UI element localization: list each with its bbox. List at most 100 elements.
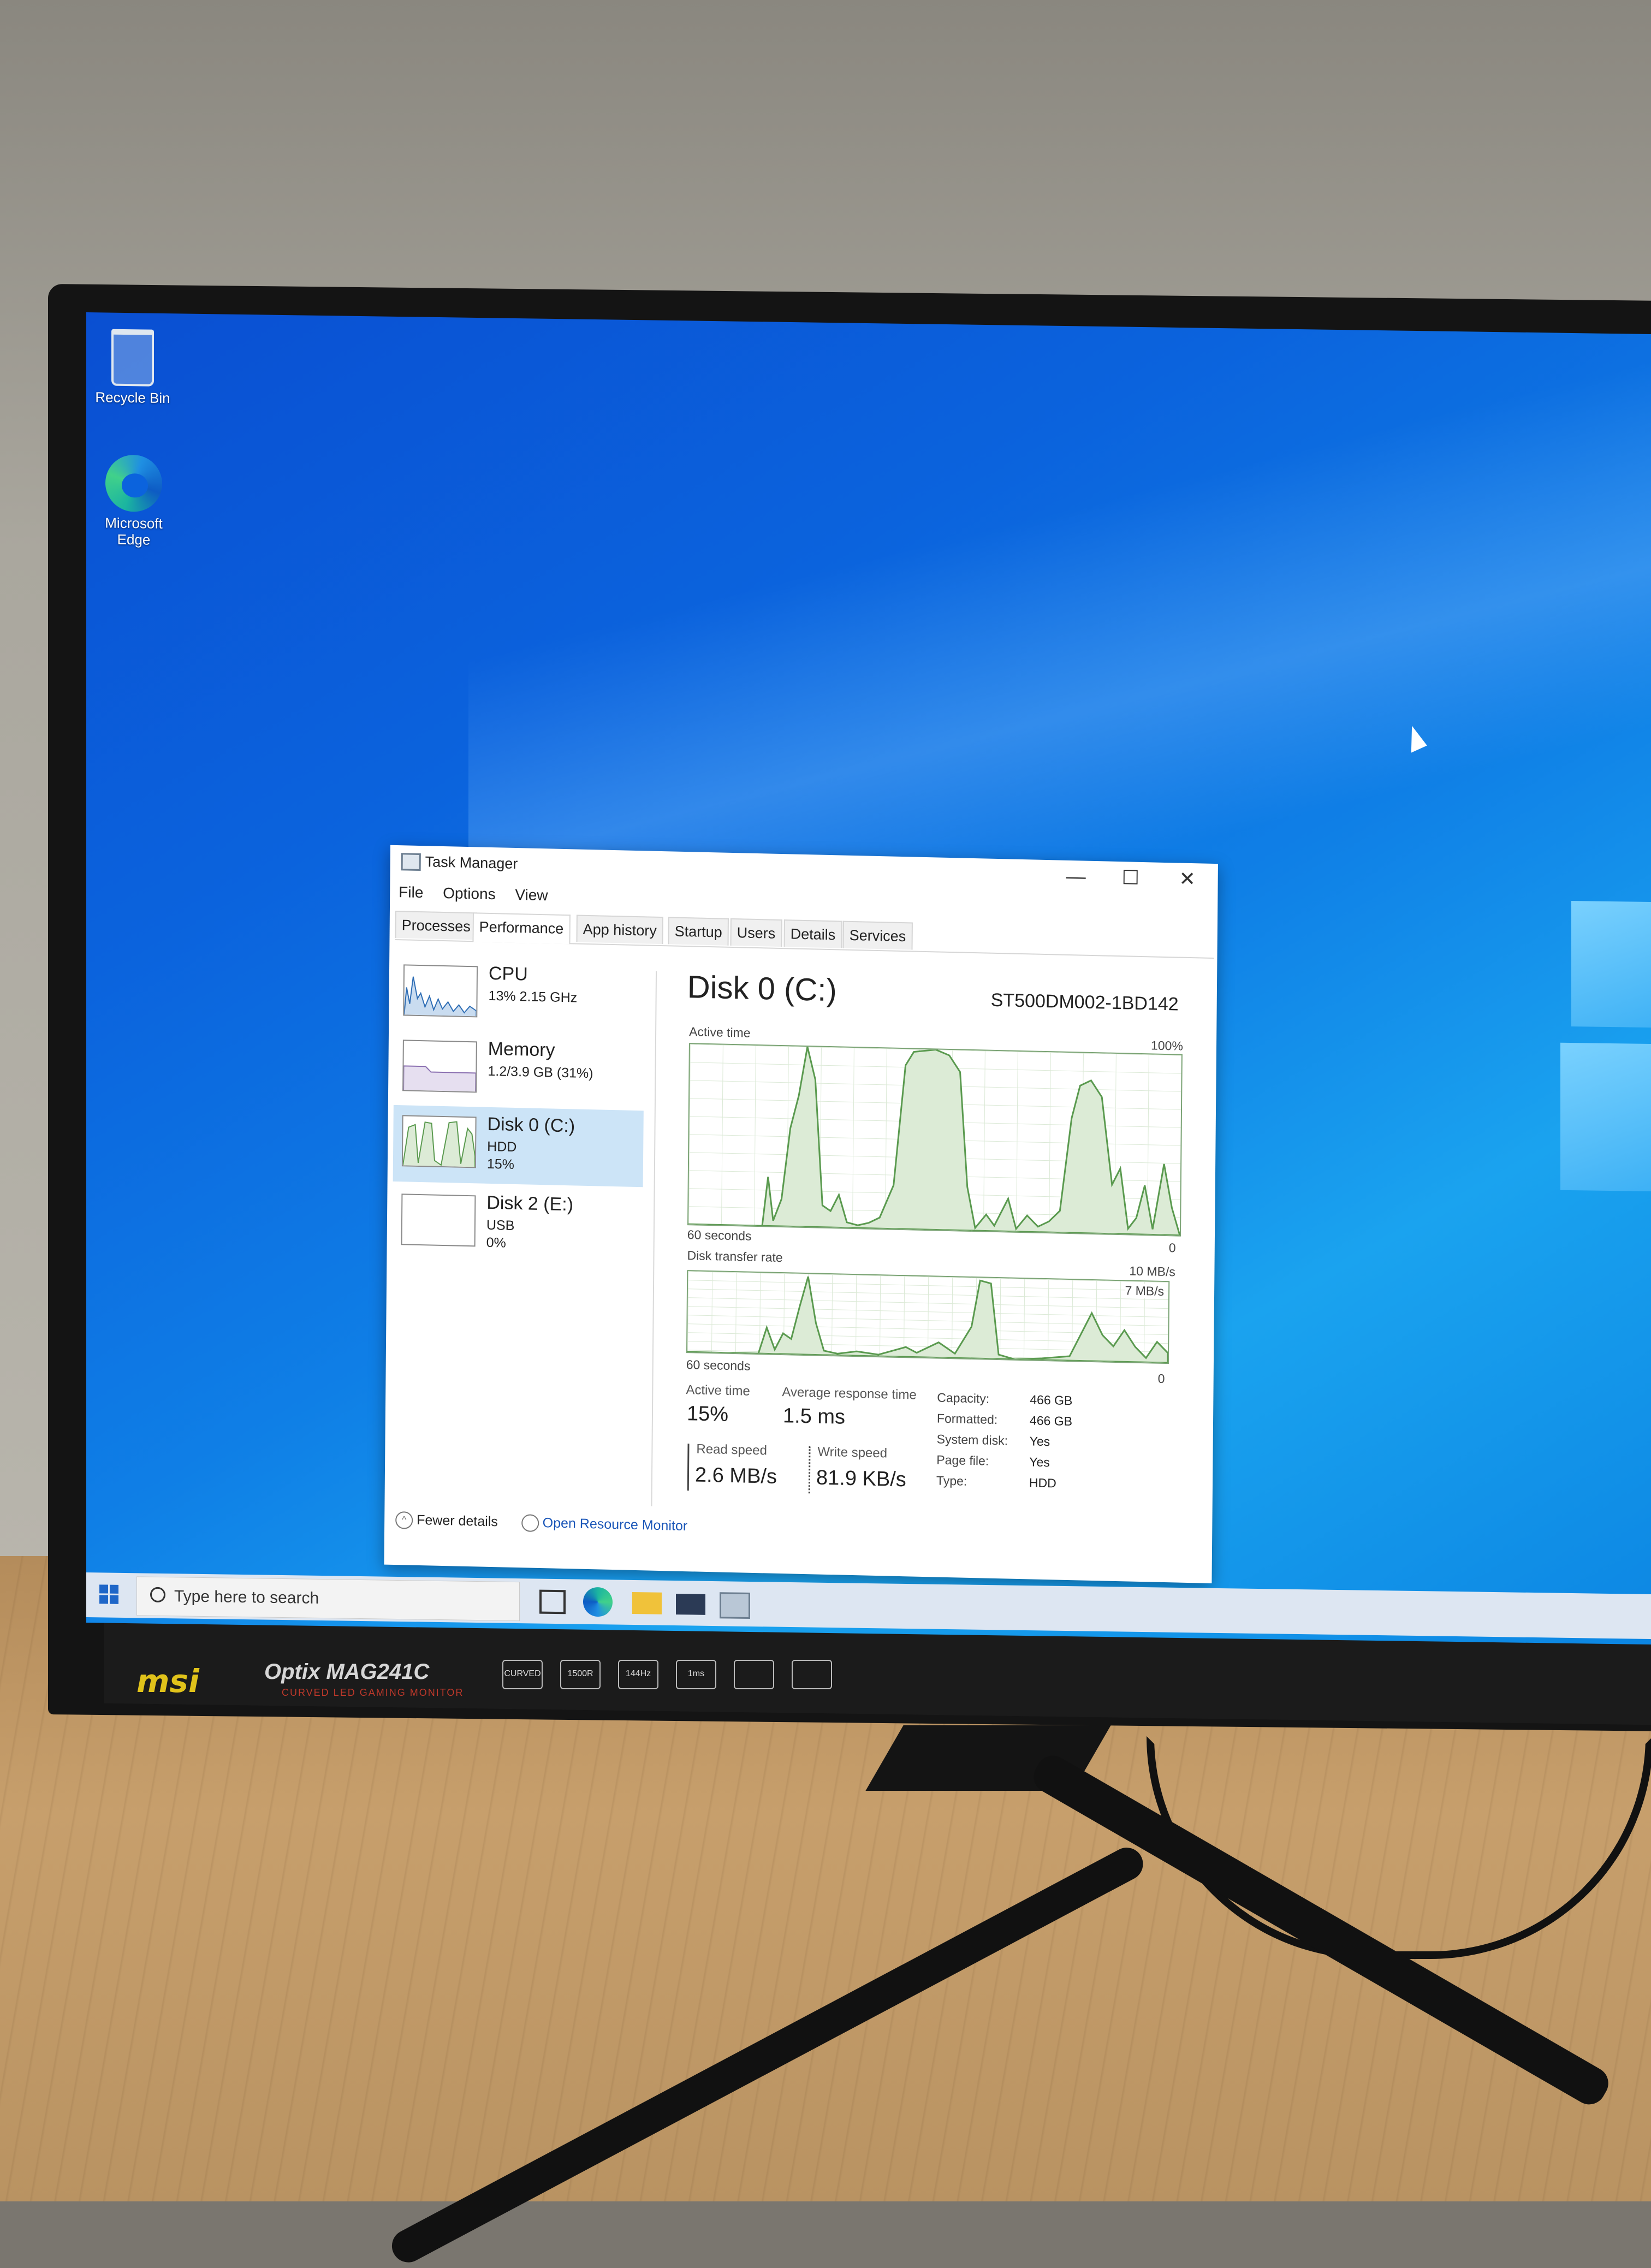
monitor-badge: 1500R — [560, 1660, 601, 1689]
window-title: Task Manager — [425, 853, 518, 872]
fewer-details-button[interactable]: ^ Fewer details — [395, 1511, 502, 1529]
property-key: System disk: — [936, 1432, 1008, 1448]
taskbar-search-box[interactable]: Type here to search — [136, 1576, 520, 1622]
sidebar-item-detail: HDD — [487, 1138, 517, 1155]
monitor-badge: CURVED — [502, 1660, 543, 1689]
graph-label: Disk transfer rate — [687, 1248, 783, 1265]
resource-list: CPU 13% 2.15 GHz Memory 1.2/3.9 GB (31%)… — [390, 954, 646, 1479]
graph-time-label: 60 seconds — [686, 1357, 751, 1373]
avg-response-label: Average response time — [782, 1385, 917, 1403]
sidebar-item-label: CPU — [488, 963, 528, 985]
start-button[interactable] — [99, 1584, 119, 1605]
resource-monitor-icon — [521, 1514, 539, 1532]
property-key: Capacity: — [937, 1390, 990, 1406]
active-time-graph — [687, 1043, 1183, 1237]
property-value: HDD — [1029, 1475, 1056, 1491]
sidebar-item-disk-0[interactable]: Disk 0 (C:) HDD 15% — [393, 1105, 644, 1188]
property-value: Yes — [1029, 1434, 1050, 1449]
task-manager-icon[interactable] — [720, 1592, 750, 1619]
avg-response-value: 1.5 ms — [782, 1404, 846, 1429]
disk-model: ST500DM002-1BD142 — [990, 989, 1179, 1015]
tab-services[interactable]: Services — [842, 921, 913, 950]
open-resource-monitor-link[interactable]: Open Resource Monitor — [521, 1514, 688, 1534]
property-value: 466 GB — [1029, 1413, 1073, 1429]
tab-performance[interactable]: Performance — [472, 912, 571, 945]
sidebar-item-usage: 15% — [486, 1156, 515, 1172]
cpu-thumbnail-graph — [403, 964, 478, 1018]
fewer-details-label: Fewer details — [417, 1512, 498, 1529]
tab-strip: Processes Performance App history Startu… — [395, 910, 1214, 959]
graph-time-label: 60 seconds — [687, 1227, 752, 1243]
monitor-model-subtitle: CURVED LED GAMING MONITOR — [282, 1687, 464, 1698]
task-manager-icon — [401, 853, 421, 871]
sidebar-item-detail: 1.2/3.9 GB (31%) — [488, 1063, 593, 1082]
property-value: 466 GB — [1030, 1392, 1073, 1408]
write-speed-label: Write speed — [817, 1444, 888, 1461]
monitor-badge — [734, 1660, 774, 1689]
monitor-brand-logo: msi — [136, 1663, 199, 1700]
close-button[interactable]: ✕ — [1160, 865, 1214, 893]
footer: ^ Fewer details Open Resource Monitor — [395, 1511, 687, 1535]
monitor-badge: 144Hz — [618, 1660, 658, 1689]
menu-view[interactable]: View — [515, 886, 548, 904]
graph-max-label: 10 MB/s — [1129, 1263, 1175, 1279]
monitor-model: Optix MAG241C — [264, 1660, 430, 1684]
graph-max-label: 100% — [1150, 1038, 1183, 1053]
sidebar-item-memory[interactable]: Memory 1.2/3.9 GB (31%) — [394, 1030, 644, 1112]
task-view-icon[interactable] — [539, 1589, 566, 1614]
graph-inner-label: 7 MB/s — [1125, 1283, 1165, 1299]
minimize-button[interactable]: — — [1048, 862, 1103, 890]
search-icon — [150, 1587, 165, 1603]
read-speed-value: 2.6 MB/s — [694, 1463, 777, 1488]
property-value: Yes — [1029, 1454, 1050, 1470]
mail-icon[interactable] — [676, 1594, 705, 1615]
graph-min-label: 0 — [1168, 1240, 1176, 1255]
tab-details[interactable]: Details — [783, 919, 842, 948]
graph-min-label: 0 — [1157, 1371, 1165, 1386]
property-key: Formatted: — [936, 1411, 998, 1427]
menu-options[interactable]: Options — [443, 884, 496, 903]
menu-file[interactable]: File — [399, 883, 423, 901]
tab-startup[interactable]: Startup — [668, 917, 729, 946]
property-key: Page file: — [936, 1452, 989, 1468]
menu-bar: File Options View — [399, 883, 563, 905]
edge-icon — [105, 454, 162, 512]
task-manager-window[interactable]: Task Manager — ☐ ✕ File Options View Pro… — [384, 845, 1218, 1583]
sidebar-item-label: Memory — [488, 1038, 555, 1061]
active-time-value: 15% — [686, 1402, 729, 1426]
desktop-icon-recycle-bin[interactable]: Recycle Bin — [92, 329, 174, 406]
sidebar-item-usage: 0% — [486, 1234, 506, 1251]
desktop-icon-microsoft-edge[interactable]: Microsoft Edge — [98, 454, 169, 548]
read-speed-label: Read speed — [696, 1441, 767, 1458]
memory-thumbnail-graph — [402, 1040, 477, 1093]
desktop-icon-label: Recycle Bin — [95, 389, 170, 407]
disk-title: Disk 0 (C:) — [687, 969, 837, 1008]
disk-transfer-rate-graph: 7 MB/s — [686, 1270, 1170, 1364]
write-speed-value: 81.9 KB/s — [816, 1466, 906, 1492]
active-time-label: Active time — [686, 1382, 750, 1399]
sidebar-item-cpu[interactable]: CPU 13% 2.15 GHz — [394, 954, 645, 1036]
recycle-bin-icon — [111, 329, 154, 387]
edge-icon[interactable] — [583, 1587, 613, 1617]
monitor-badge: 1ms — [676, 1660, 716, 1689]
windows-logo-pane — [1571, 900, 1651, 1029]
windows-logo-pane — [1560, 1042, 1651, 1192]
tab-processes[interactable]: Processes — [395, 910, 478, 940]
disk-0-thumbnail-graph — [401, 1115, 477, 1168]
sidebar-item-label: Disk 0 (C:) — [487, 1113, 575, 1137]
desktop-icon-label: Microsoft Edge — [105, 514, 163, 548]
sidebar-item-detail: 13% 2.15 GHz — [488, 988, 578, 1006]
disk-2-thumbnail-graph — [401, 1194, 476, 1247]
open-resource-monitor-label: Open Resource Monitor — [542, 1515, 688, 1534]
search-placeholder: Type here to search — [174, 1587, 319, 1607]
desktop-screen: Recycle Bin Microsoft Edge Task Manager … — [86, 312, 1651, 1645]
sidebar-item-label: Disk 2 (E:) — [486, 1192, 574, 1215]
tab-users[interactable]: Users — [730, 918, 782, 947]
sidebar-item-disk-2[interactable]: Disk 2 (E:) USB 0% — [392, 1184, 643, 1266]
maximize-button[interactable]: ☐ — [1103, 863, 1157, 892]
graph-label: Active time — [688, 1024, 751, 1040]
property-key: Type: — [936, 1473, 967, 1488]
chevron-up-icon: ^ — [395, 1511, 413, 1529]
tab-app-history[interactable]: App history — [576, 915, 664, 945]
file-explorer-icon[interactable] — [632, 1592, 662, 1614]
